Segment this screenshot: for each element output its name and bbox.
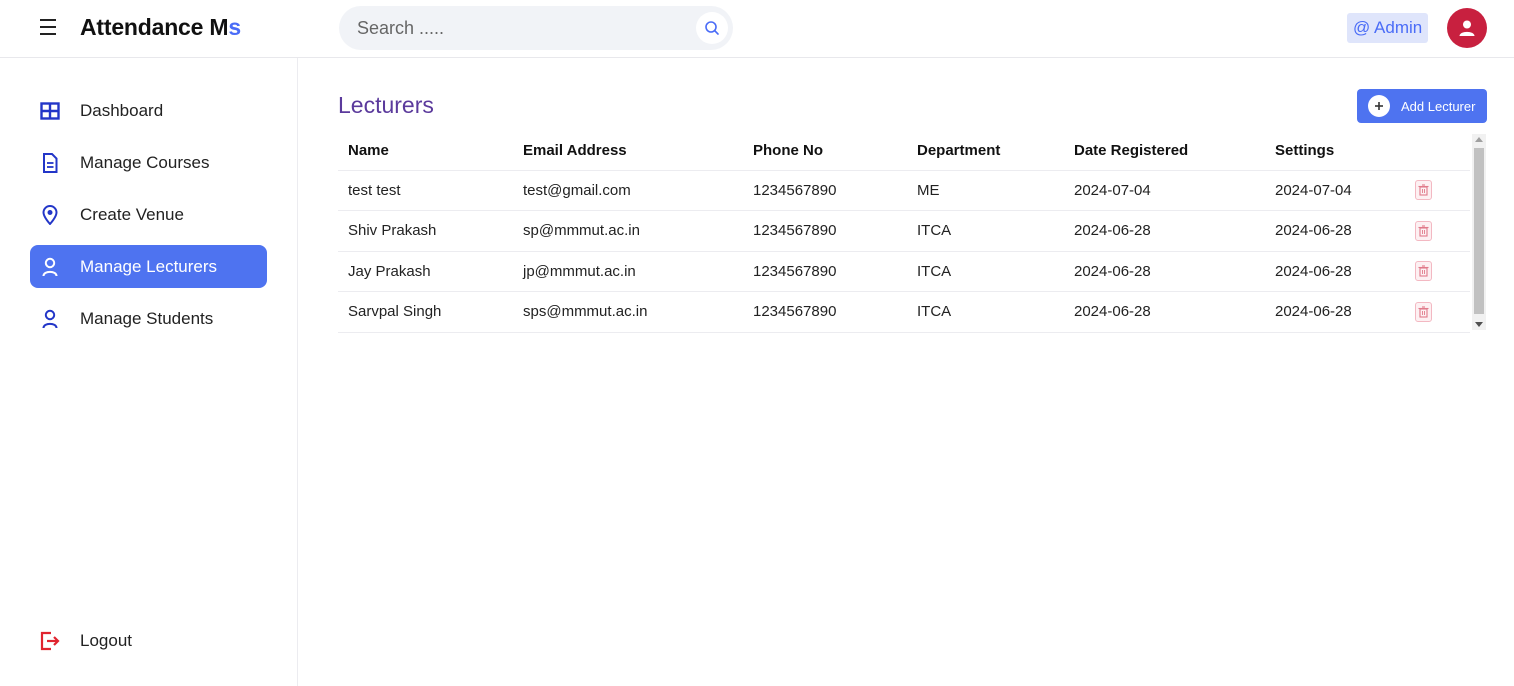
delete-button[interactable] — [1415, 301, 1432, 322]
delete-button[interactable] — [1415, 261, 1432, 282]
logout-button[interactable]: Logout — [30, 619, 267, 662]
cell-name: test test — [338, 170, 513, 211]
sidebar-item-manage-courses[interactable]: Manage Courses — [30, 141, 267, 184]
brand-text: Attendance M — [80, 14, 229, 40]
grid-icon — [40, 101, 60, 120]
table-row: Sarvpal Singh sps@mmmut.ac.in 1234567890… — [338, 291, 1470, 333]
column-header-empty — [1405, 132, 1470, 171]
plus-icon — [1368, 95, 1390, 117]
user-icon — [42, 309, 58, 328]
cell-date-registered: 2024-07-04 — [1064, 170, 1265, 211]
trash-icon — [1418, 306, 1429, 318]
cell-name: Sarvpal Singh — [338, 291, 513, 333]
table-header-row: Name Email Address Phone No Department D… — [338, 132, 1470, 171]
cell-actions — [1405, 291, 1470, 333]
hamburger-menu-icon[interactable] — [40, 19, 60, 37]
location-pin-icon — [42, 204, 58, 225]
sidebar-item-manage-students[interactable]: Manage Students — [30, 297, 267, 340]
app-brand: Attendance Ms — [80, 14, 241, 41]
cell-email: sps@mmmut.ac.in — [513, 291, 743, 333]
cell-email: jp@mmmut.ac.in — [513, 251, 743, 292]
sidebar-item-label: Manage Students — [80, 308, 214, 328]
table-row: Jay Prakash jp@mmmut.ac.in 1234567890 IT… — [338, 251, 1470, 292]
cell-department: ME — [907, 170, 1064, 211]
user-icon — [42, 257, 58, 276]
cell-name: Shiv Prakash — [338, 210, 513, 252]
cell-date-registered: 2024-06-28 — [1064, 291, 1265, 333]
cell-email: sp@mmmut.ac.in — [513, 210, 743, 252]
main-content: Lecturers Add Lecturer Name Email Addres… — [298, 58, 1514, 686]
scrollbar-thumb[interactable] — [1474, 148, 1484, 314]
cell-date-registered: 2024-06-28 — [1064, 210, 1265, 252]
trash-icon — [1418, 265, 1429, 277]
column-header: Phone No — [743, 132, 907, 171]
sidebar: Dashboard Manage Courses Create Venue Ma… — [0, 58, 298, 686]
top-bar: Attendance Ms @ Admin — [0, 0, 1514, 58]
search-icon — [705, 21, 719, 35]
table-scrollbar[interactable] — [1472, 134, 1486, 330]
column-header: Department — [907, 132, 1064, 171]
admin-badge: @ Admin — [1347, 13, 1429, 43]
cell-department: ITCA — [907, 291, 1064, 333]
cell-settings: 2024-07-04 — [1265, 170, 1405, 211]
cell-email: test@gmail.com — [513, 170, 743, 211]
scroll-up-arrow-icon[interactable] — [1475, 137, 1483, 142]
column-header: Settings — [1265, 132, 1405, 171]
cell-phone: 1234567890 — [743, 251, 907, 292]
document-icon — [43, 152, 58, 173]
delete-button[interactable] — [1415, 220, 1432, 241]
sidebar-item-label: Dashboard — [80, 100, 164, 120]
sidebar-item-label: Manage Courses — [80, 152, 210, 172]
add-lecturer-label: Add Lecturer — [1401, 98, 1476, 114]
cell-phone: 1234567890 — [743, 291, 907, 333]
column-header: Email Address — [513, 132, 743, 171]
logout-label: Logout — [80, 630, 132, 650]
table-row: test test test@gmail.com 1234567890 ME 2… — [338, 170, 1470, 211]
search-input[interactable] — [357, 16, 677, 40]
trash-icon — [1418, 225, 1429, 237]
trash-icon — [1418, 184, 1429, 196]
search-bar — [339, 6, 733, 50]
cell-actions — [1405, 170, 1470, 211]
cell-actions — [1405, 210, 1470, 252]
column-header: Date Registered — [1064, 132, 1265, 171]
sidebar-item-label: Create Venue — [80, 204, 184, 224]
cell-settings: 2024-06-28 — [1265, 210, 1405, 252]
page-title: Lecturers — [338, 92, 434, 118]
sidebar-item-dashboard[interactable]: Dashboard — [30, 89, 267, 132]
add-lecturer-button[interactable]: Add Lecturer — [1357, 89, 1487, 123]
brand-accent-text: s — [228, 14, 241, 40]
logout-icon — [40, 631, 60, 650]
avatar[interactable] — [1447, 8, 1487, 48]
cell-department: ITCA — [907, 251, 1064, 292]
cell-actions — [1405, 251, 1470, 292]
lecturers-table: Name Email Address Phone No Department D… — [338, 132, 1470, 333]
search-button[interactable] — [696, 12, 728, 44]
sidebar-item-label: Manage Lecturers — [80, 256, 218, 276]
sidebar-item-manage-lecturers[interactable]: Manage Lecturers — [30, 245, 267, 288]
user-avatar-icon — [1459, 20, 1475, 36]
table-row: Shiv Prakash sp@mmmut.ac.in 1234567890 I… — [338, 210, 1470, 252]
cell-phone: 1234567890 — [743, 210, 907, 252]
cell-settings: 2024-06-28 — [1265, 291, 1405, 333]
cell-department: ITCA — [907, 210, 1064, 252]
cell-phone: 1234567890 — [743, 170, 907, 211]
sidebar-item-create-venue[interactable]: Create Venue — [30, 193, 267, 236]
delete-button[interactable] — [1415, 180, 1432, 201]
lecturers-table-container: Name Email Address Phone No Department D… — [338, 132, 1487, 333]
column-header: Name — [338, 132, 513, 171]
scroll-down-arrow-icon[interactable] — [1475, 322, 1483, 327]
cell-name: Jay Prakash — [338, 251, 513, 292]
cell-date-registered: 2024-06-28 — [1064, 251, 1265, 292]
cell-settings: 2024-06-28 — [1265, 251, 1405, 292]
